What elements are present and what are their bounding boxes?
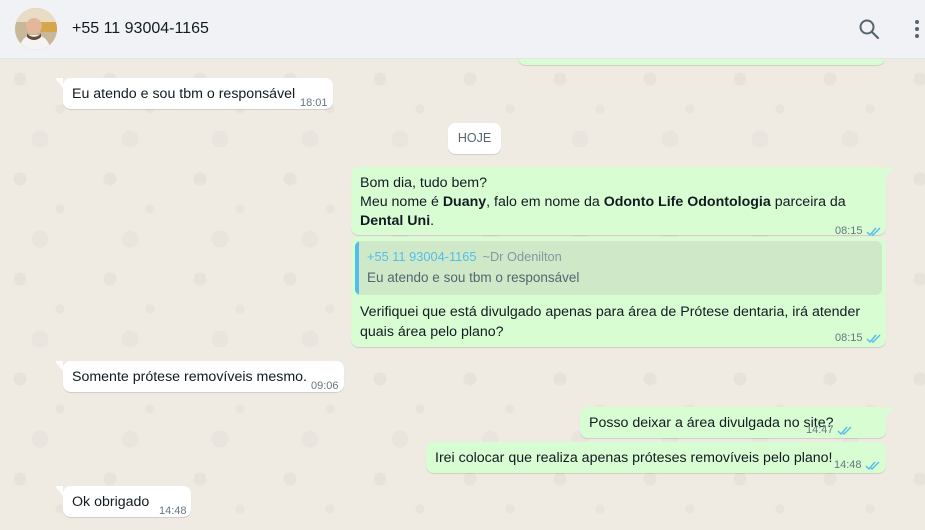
message-line: Verifiquei que está divulgado apenas par… <box>360 304 861 320</box>
contact-name[interactable]: +55 11 93004-1165 <box>72 20 209 38</box>
message-time: 18:01 <box>300 97 328 109</box>
message-bubble-incoming[interactable]: Eu atendo e sou tbm o responsável 18:01 <box>63 78 333 109</box>
message-bubble-incoming[interactable]: Somente prótese removíveis mesmo. 09:06 <box>63 361 344 392</box>
bubble-tail <box>55 361 63 371</box>
double-check-icon <box>866 227 881 236</box>
message-line: Bom dia, tudo bem? <box>360 175 487 191</box>
message-list[interactable]: Eu atendo e sou tbm o responsável 18:01 … <box>0 59 925 530</box>
double-check-icon <box>866 334 881 343</box>
avatar-photo-icon <box>15 8 57 50</box>
quote-accent-bar <box>355 241 359 295</box>
message-text: Verifiquei que está divulgado apenas par… <box>360 302 860 342</box>
bold-company: Odonto Life Odontologia <box>603 194 771 210</box>
bold-partner: Dental Uni <box>360 213 431 229</box>
avatar[interactable] <box>15 8 57 50</box>
message-text: Ok obrigado <box>72 494 150 510</box>
double-check-icon <box>837 426 852 435</box>
bold-name: Duany <box>442 194 487 210</box>
quote-alias: ~Dr Odenilton <box>482 249 562 264</box>
message-line: Dental Uni. <box>360 213 435 229</box>
bubble-tail <box>55 78 63 88</box>
bubble-tail <box>886 407 894 417</box>
message-time: 14:48 <box>159 505 187 517</box>
search-icon[interactable] <box>857 17 881 41</box>
message-time: 08:15 <box>835 332 882 344</box>
bubble-tail <box>886 167 894 177</box>
day-separator: HOJE <box>448 123 501 154</box>
message-bubble-partial <box>518 59 885 65</box>
message-bubble-outgoing[interactable]: Irei colocar que realiza apenas próteses… <box>426 442 886 473</box>
message-text: Irei colocar que realiza apenas próteses… <box>435 450 833 466</box>
message-line: quais área pelo plano? <box>360 324 504 340</box>
message-bubble-outgoing[interactable]: Posso deixar a área divulgada no site? 1… <box>580 407 886 438</box>
message-bubble-outgoing[interactable]: Bom dia, tudo bem? Meu nome é Duany, fal… <box>351 167 886 237</box>
double-check-icon <box>865 461 880 470</box>
message-time: 14:47 <box>806 421 853 440</box>
quoted-message[interactable]: +55 11 93004-1165 ~Dr Odenilton Eu atendo… <box>355 241 882 295</box>
message-line: Meu nome é Duany, falo em nome da Odonto… <box>360 194 846 210</box>
menu-icon[interactable] <box>910 17 924 41</box>
bubble-tail <box>55 486 63 496</box>
message-time: 09:06 <box>311 380 339 392</box>
message-bubble-incoming[interactable]: Ok obrigado 14:48 <box>63 486 191 517</box>
message-text: Eu atendo e sou tbm o responsável <box>72 86 296 102</box>
quote-text: Eu atendo e sou tbm o responsável <box>367 270 580 285</box>
chat-header: +55 11 93004-1165 <box>0 0 925 59</box>
message-text: Bom dia, tudo bem? Meu nome é Duany, fal… <box>360 174 846 231</box>
message-text: Posso deixar a área divulgada no site? <box>589 415 834 431</box>
quote-sender: +55 11 93004-1165 ~Dr Odenilton <box>367 249 562 264</box>
message-time: 14:48 <box>834 456 881 475</box>
message-text: Somente prótese removíveis mesmo. <box>72 369 307 385</box>
